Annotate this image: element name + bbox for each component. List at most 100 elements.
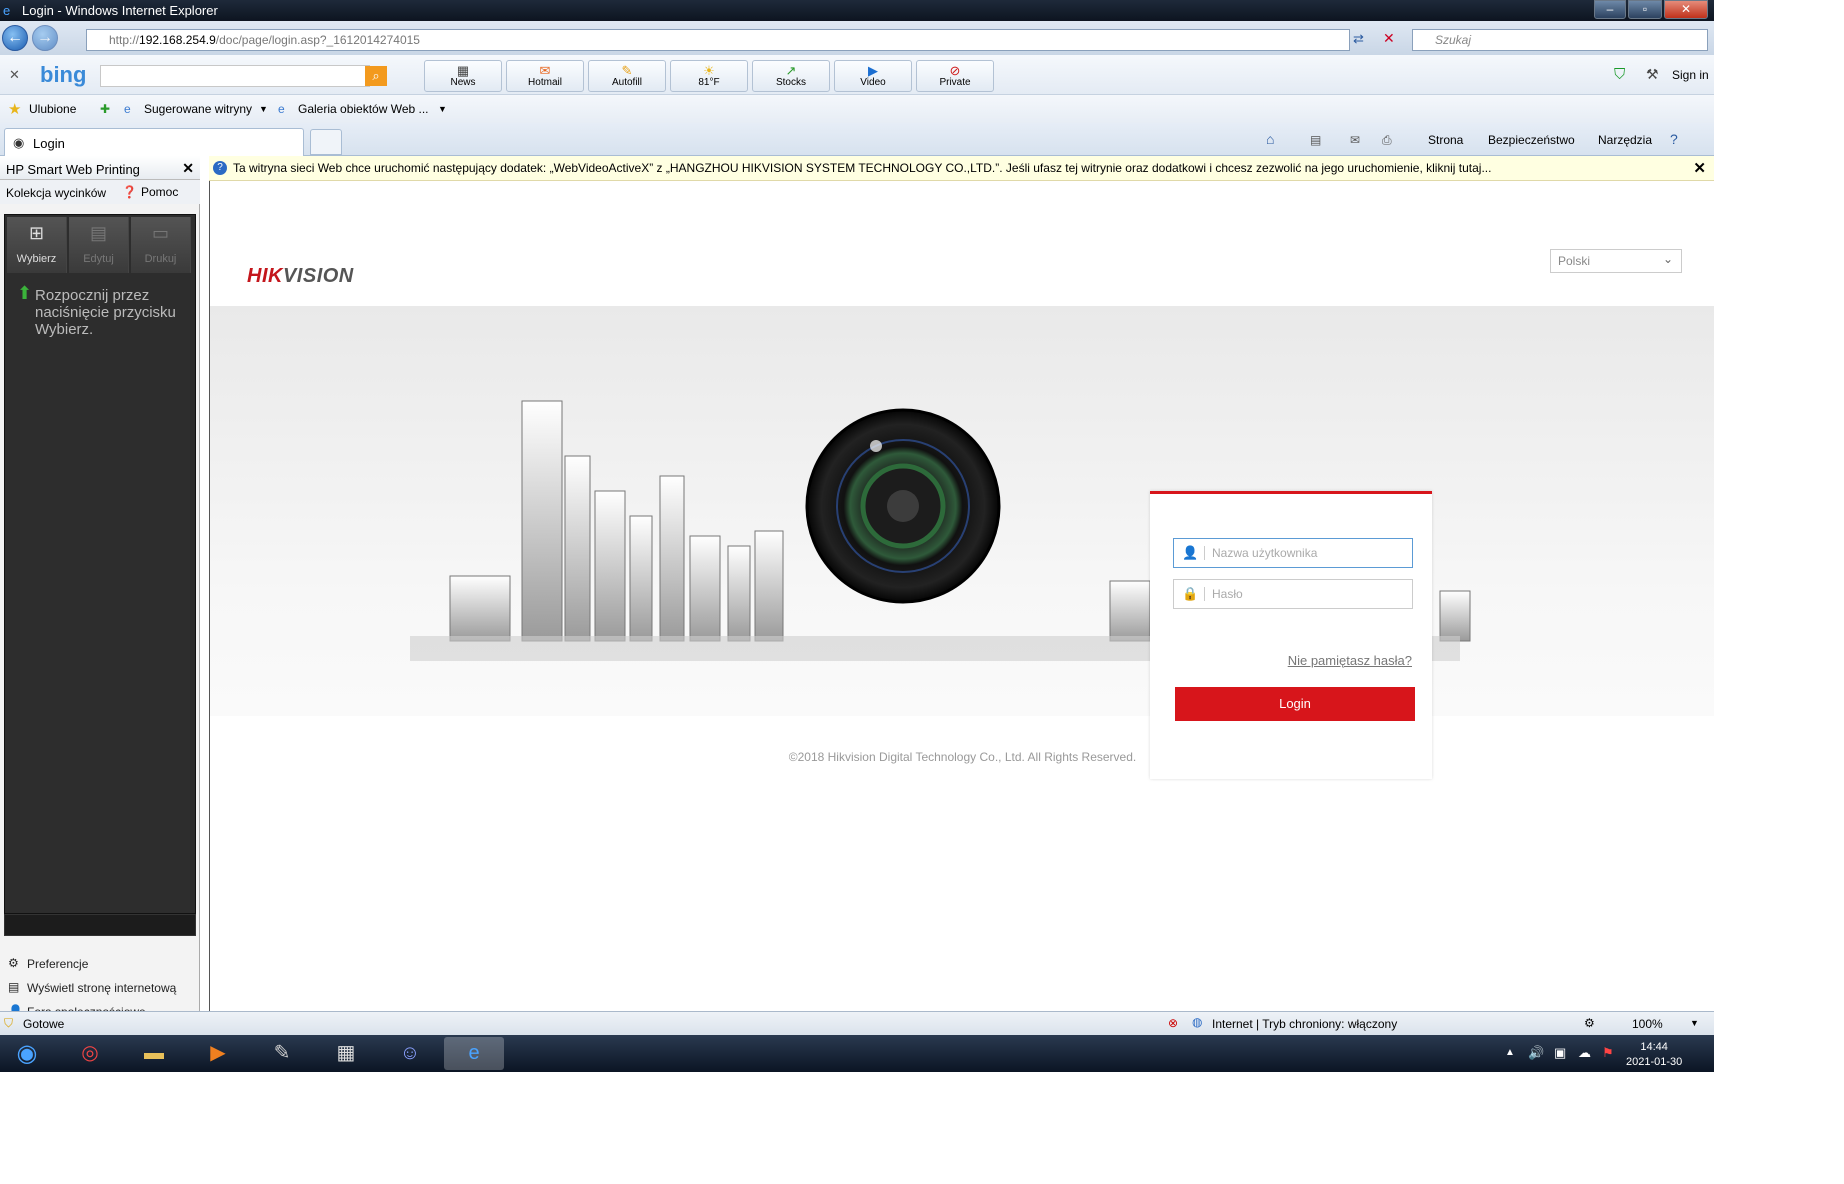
blocked-icon: ⊗ <box>1168 1016 1179 1030</box>
select-tool-icon: ⊞ <box>28 223 45 243</box>
address-bar[interactable]: http://192.168.254.9/doc/page/login.asp?… <box>86 29 1350 51</box>
tab-row: ◉ Login ⌂ ▤ ✉ ⎙ Strona Bezpieczeństwo Na… <box>0 123 1714 156</box>
username-field[interactable]: 👤 Nazwa użytkownika <box>1173 538 1413 568</box>
language-select[interactable]: Polski ⌄ <box>1550 249 1682 273</box>
address-host: 192.168.254.9 <box>139 33 216 47</box>
toolbar-close-icon[interactable]: ✕ <box>9 67 20 83</box>
minimize-button[interactable]: – <box>1594 0 1626 19</box>
status-bar: ⛉ Gotowe ⊗ ◍ Internet | Tryb chroniony: … <box>0 1011 1714 1035</box>
autofill-button[interactable]: ✎ Autofill <box>588 60 666 92</box>
forgot-password-link[interactable]: Nie pamiętasz hasła? <box>1288 653 1412 668</box>
address-row: ← → http://192.168.254.9/doc/page/login.… <box>0 21 1714 55</box>
activex-info-bar[interactable]: ? Ta witryna sieci Web chce uruchomić na… <box>209 156 1714 181</box>
help-icon[interactable]: ? <box>1670 131 1678 147</box>
zoom-level[interactable]: 100% <box>1632 1017 1663 1031</box>
warning-shield-icon: ⛉ <box>4 1016 14 1030</box>
close-button[interactable]: ✕ <box>1664 0 1708 19</box>
taskbar: ◉ ◎ ▬ ▶ ✎ ▦ ☺ e ▲ 🔊 ▣ ☁ ⚑ 14:44 2021-01-… <box>0 1035 1714 1072</box>
shield-icon[interactable]: ⛉ <box>1614 66 1625 83</box>
edit-tool-button[interactable]: ▤ Edytuj <box>69 217 129 273</box>
wrench-icon[interactable]: ⚒ <box>1646 66 1659 83</box>
language-value: Polski <box>1558 254 1591 268</box>
news-button[interactable]: ▦ News <box>424 60 502 92</box>
panel-close-icon[interactable]: ✕ <box>182 160 194 177</box>
city-camera-illustration <box>410 400 1471 661</box>
view-webpage-link[interactable]: Wyświetl stronę internetową <box>27 981 176 995</box>
discord-icon[interactable]: ☺ <box>388 1037 432 1070</box>
web-slice-chevron-icon[interactable]: ▼ <box>438 104 447 114</box>
ie-icon: e <box>3 3 11 18</box>
help-menu[interactable]: Pomoc <box>141 185 178 199</box>
info-bar-text: Ta witryna sieci Web chce uruchomić nast… <box>233 161 1492 175</box>
start-button[interactable]: ◉ <box>4 1037 50 1070</box>
protected-mode-icon[interactable]: ⚙ <box>1584 1016 1595 1030</box>
tray-expand-icon[interactable]: ▲ <box>1505 1047 1515 1058</box>
select-tool-label: Wybierz <box>16 253 57 265</box>
private-button[interactable]: ⊘ Private <box>916 60 994 92</box>
print-tool-icon: ▭ <box>151 223 169 243</box>
hikvision-logo: HIKVISION <box>247 265 354 288</box>
forward-button[interactable]: → <box>32 25 58 51</box>
favorites-star-icon: ★ <box>8 101 22 118</box>
page-favicon-icon: ◉ <box>13 135 25 150</box>
zoom-chevron-icon[interactable]: ▼ <box>1690 1018 1699 1028</box>
login-button[interactable]: Login <box>1175 687 1415 721</box>
sign-in-link[interactable]: Sign in <box>1672 68 1709 82</box>
preferences-icon: ⚙ <box>8 956 19 970</box>
search-input[interactable]: Szukaj <box>1412 29 1708 51</box>
edit-tool-icon: ▤ <box>89 223 107 243</box>
stocks-button[interactable]: ↗ Stocks <box>752 60 830 92</box>
hp-smart-web-printing-panel: HP Smart Web Printing ✕ Kolekcja wycinkó… <box>0 156 200 1019</box>
print-tool-label: Drukuj <box>144 253 177 265</box>
user-icon: 👤 <box>1182 545 1199 560</box>
internet-explorer-taskbar-button[interactable]: e <box>444 1037 504 1070</box>
chrome-icon[interactable]: ◎ <box>68 1037 112 1070</box>
home-icon[interactable]: ⌂ <box>1266 131 1274 147</box>
web-slice-gallery-link[interactable]: Galeria obiektów Web ... <box>298 102 429 116</box>
password-placeholder: Hasło <box>1212 587 1243 601</box>
refresh-icon[interactable]: ⇄ <box>1353 31 1364 47</box>
title-bar: e Login - Windows Internet Explorer – ▫ … <box>0 0 1714 21</box>
new-tab-button[interactable] <box>310 129 342 155</box>
feeds-icon[interactable]: ▤ <box>1310 133 1321 147</box>
print-icon[interactable]: ⎙ <box>1382 133 1392 148</box>
volume-icon[interactable]: 🔊 <box>1528 1045 1544 1061</box>
film-icon[interactable]: ▦ <box>324 1037 368 1070</box>
page-menu[interactable]: Strona <box>1428 133 1463 147</box>
bing-search-button[interactable]: ⌕ <box>365 66 387 86</box>
clock[interactable]: 14:44 2021-01-30 <box>1626 1040 1682 1070</box>
mail-icon[interactable]: ✉ <box>1350 133 1360 147</box>
add-favorite-icon[interactable]: ✚ <box>100 102 110 116</box>
bing-search-input[interactable] <box>100 65 370 87</box>
logo-grey-part: VISION <box>282 265 354 287</box>
hotmail-button[interactable]: ✉ Hotmail <box>506 60 584 92</box>
safety-menu[interactable]: Bezpieczeństwo <box>1488 133 1575 147</box>
clock-date: 2021-01-30 <box>1626 1056 1683 1068</box>
info-bar-close-icon[interactable]: ✕ <box>1693 159 1706 177</box>
back-button[interactable]: ← <box>2 25 28 51</box>
tab-login[interactable]: ◉ Login <box>4 128 304 156</box>
collection-label[interactable]: Kolekcja wycinków <box>6 186 106 200</box>
select-tool-button[interactable]: ⊞ Wybierz <box>7 217 67 273</box>
weather-button[interactable]: ☀ 81°F <box>670 60 748 92</box>
network-icon[interactable]: ▣ <box>1554 1045 1566 1061</box>
password-field[interactable]: 🔒 Hasło <box>1173 579 1413 609</box>
zone-text[interactable]: Internet | Tryb chroniony: włączony <box>1212 1017 1397 1031</box>
preferences-link[interactable]: Preferencje <box>27 957 88 971</box>
maximize-button[interactable]: ▫ <box>1628 0 1662 19</box>
explorer-icon[interactable]: ▬ <box>132 1037 176 1070</box>
media-player-icon[interactable]: ▶ <box>196 1037 240 1070</box>
suggested-sites-chevron-icon[interactable]: ▼ <box>259 104 268 114</box>
search-placeholder: Szukaj <box>1435 33 1472 47</box>
edit-tool-label: Edytuj <box>83 253 114 265</box>
favorites-button[interactable]: Ulubione <box>29 102 76 116</box>
gimp-icon[interactable]: ✎ <box>260 1037 304 1070</box>
cloud-icon[interactable]: ☁ <box>1578 1045 1591 1061</box>
action-center-icon[interactable]: ⚑ <box>1602 1045 1614 1061</box>
print-tool-button[interactable]: ▭ Drukuj <box>131 217 191 273</box>
stop-icon[interactable]: ✕ <box>1383 30 1395 47</box>
tools-menu[interactable]: Narzędzia <box>1598 133 1652 147</box>
suggested-sites-link[interactable]: Sugerowane witryny <box>144 102 252 116</box>
video-button[interactable]: ▶ Video <box>834 60 912 92</box>
login-card: 👤 Nazwa użytkownika 🔒 Hasło Nie pamiętas… <box>1150 491 1432 779</box>
